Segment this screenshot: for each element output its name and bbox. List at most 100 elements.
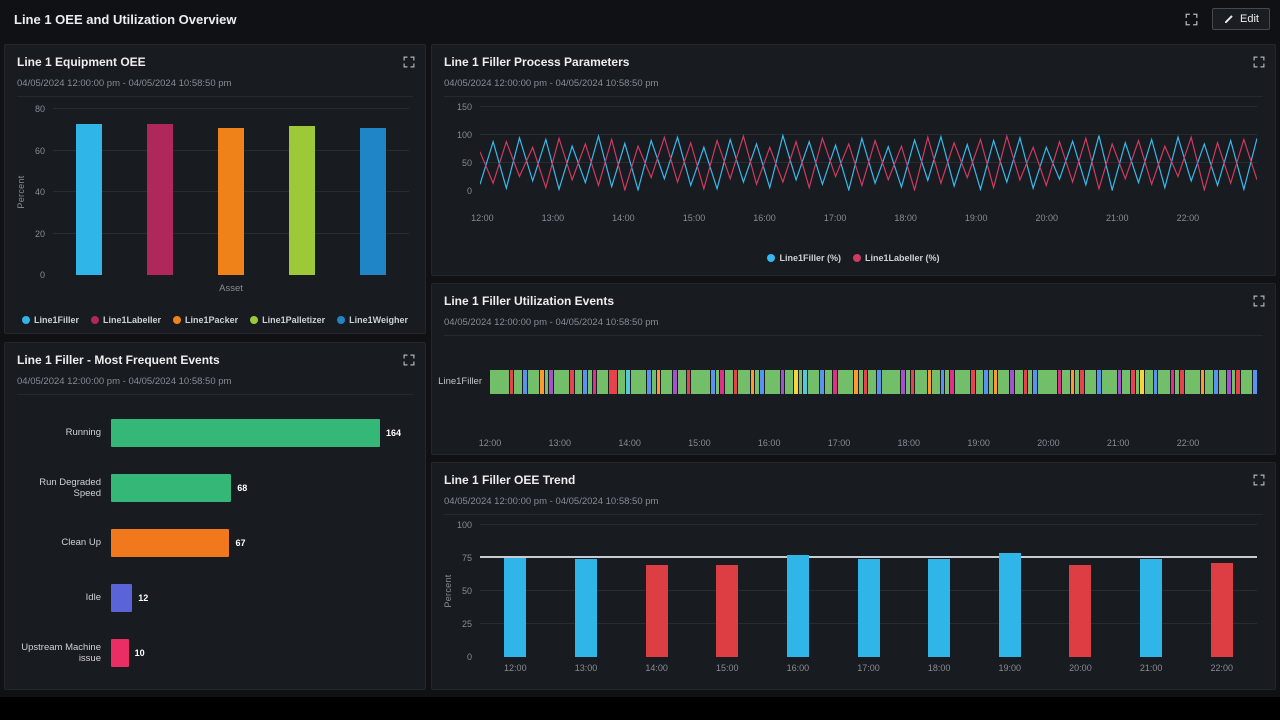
bar-slot (480, 525, 551, 657)
time-range-label: 04/05/2024 12:00:00 pm - 04/05/2024 10:5… (17, 75, 413, 97)
panel-expand-button[interactable] (401, 54, 417, 70)
bar-Line1Palletizer[interactable] (289, 126, 315, 275)
x-tick-label: 22:00 (1177, 438, 1200, 448)
state-segment (1024, 370, 1028, 394)
bar-chart-plot[interactable]: 020406080PercentAsset (53, 109, 409, 275)
bar-track: 10 (111, 639, 401, 667)
state-timeline-strip[interactable] (490, 370, 1257, 394)
series-color-dot (91, 316, 99, 324)
state-segment (510, 370, 514, 394)
state-segment (1214, 370, 1218, 394)
event-label: Run Degraded Speed (13, 477, 111, 499)
bar-13:00[interactable] (575, 559, 597, 657)
state-segment (1085, 370, 1096, 394)
bar-21:00[interactable] (1140, 559, 1162, 657)
event-bar[interactable] (111, 529, 229, 557)
event-label: Idle (13, 592, 111, 603)
legend-item[interactable]: Line1Weigher (337, 315, 408, 325)
legend-item[interactable]: Line1Filler (22, 315, 79, 325)
state-segment (687, 370, 691, 394)
bar-slot (267, 109, 338, 275)
legend-item[interactable]: Line1Filler (%) (767, 253, 841, 263)
state-segment (523, 370, 527, 394)
y-tick-label: 50 (462, 158, 472, 168)
bar-22:00[interactable] (1211, 563, 1233, 657)
bar-20:00[interactable] (1069, 565, 1091, 657)
expand-corners-icon (1253, 474, 1265, 486)
y-tick-label: 25 (462, 619, 472, 629)
panel-expand-button[interactable] (1251, 472, 1267, 488)
bar-track: 68 (111, 474, 401, 502)
event-bar[interactable] (111, 474, 231, 502)
x-tick-label: 15:00 (683, 213, 706, 223)
bar-15:00[interactable] (716, 565, 738, 657)
bar-Line1Labeller[interactable] (147, 124, 173, 275)
bar-slot (763, 525, 834, 657)
state-segment (911, 370, 915, 394)
state-segment (1102, 370, 1117, 394)
x-tick-label: 17:00 (833, 663, 904, 673)
bar-12:00[interactable] (504, 558, 526, 657)
state-segment (932, 370, 939, 394)
state-segment (1154, 370, 1158, 394)
bar-Line1Filler[interactable] (76, 124, 102, 275)
state-segment (928, 370, 932, 394)
event-bar[interactable] (111, 419, 380, 447)
state-segment (984, 370, 988, 394)
state-segment (808, 370, 819, 394)
bar-14:00[interactable] (646, 565, 668, 657)
event-bar[interactable] (111, 639, 129, 667)
state-segment (755, 370, 759, 394)
bar-chart-plot[interactable]: 0255075100Percent12:0013:0014:0015:0016:… (480, 525, 1257, 657)
hbar-chart-plot[interactable]: Running164Run Degraded Speed68Clean Up67… (13, 405, 425, 689)
x-tick-label: 19:00 (967, 438, 990, 448)
chart-area: 020406080PercentAsset Line1Filler Line1La… (5, 101, 425, 333)
expand-corners-icon (1253, 56, 1265, 68)
legend-item[interactable]: Line1Labeller (%) (853, 253, 940, 263)
panel-expand-button[interactable] (1251, 54, 1267, 70)
bar-18:00[interactable] (928, 559, 950, 657)
panel-process-parameters: Line 1 Filler Process Parameters 04/05/2… (431, 44, 1276, 276)
state-segment (751, 370, 755, 394)
state-segment (915, 370, 926, 394)
x-tick-label: 15:00 (692, 663, 763, 673)
legend-item[interactable]: Line1Labeller (91, 315, 161, 325)
bar-Line1Weigher[interactable] (360, 128, 386, 275)
state-segment (882, 370, 901, 394)
state-segment (1097, 370, 1101, 394)
state-segment (575, 370, 582, 394)
event-bar[interactable] (111, 584, 132, 612)
legend-item[interactable]: Line1Packer (173, 315, 238, 325)
x-tick-label: 18:00 (894, 213, 917, 223)
state-timeline-plot[interactable]: Line1Filler12:0013:0014:0015:0016:0017:0… (490, 358, 1257, 454)
state-segment (597, 370, 608, 394)
time-range-label: 04/05/2024 12:00:00 pm - 04/05/2024 10:5… (444, 493, 1263, 515)
x-tick-label: 19:00 (965, 213, 988, 223)
bar-19:00[interactable] (999, 553, 1021, 657)
legend: Line1Filler Line1Labeller Line1Packer Line1… (5, 315, 425, 325)
x-tick-label: 13:00 (549, 438, 572, 448)
state-segment (785, 370, 792, 394)
expand-corners-icon (403, 56, 415, 68)
state-segment (1171, 370, 1175, 394)
panel-header: Line 1 Filler OEE Trend (432, 463, 1275, 493)
event-count: 12 (138, 593, 148, 603)
y-tick-label: 75 (462, 553, 472, 563)
state-segment (803, 370, 807, 394)
bar-Line1Packer[interactable] (218, 128, 244, 275)
line-chart-plot[interactable]: 05010015012:0013:0014:0015:0016:0017:001… (480, 107, 1257, 191)
state-segment (725, 370, 732, 394)
panel-header: Line 1 Equipment OEE (5, 45, 425, 75)
bar-slot (1045, 525, 1116, 657)
panel-expand-button[interactable] (1251, 293, 1267, 309)
header-actions: Edit (1183, 8, 1270, 30)
state-segment (976, 370, 983, 394)
bar-16:00[interactable] (787, 555, 809, 657)
kiosk-mode-button[interactable] (1183, 11, 1200, 28)
edit-button[interactable]: Edit (1212, 8, 1270, 30)
legend-item[interactable]: Line1Palletizer (250, 315, 325, 325)
state-segment (1158, 370, 1169, 394)
bar-17:00[interactable] (858, 559, 880, 657)
state-segment (794, 370, 798, 394)
panel-expand-button[interactable] (401, 352, 417, 368)
